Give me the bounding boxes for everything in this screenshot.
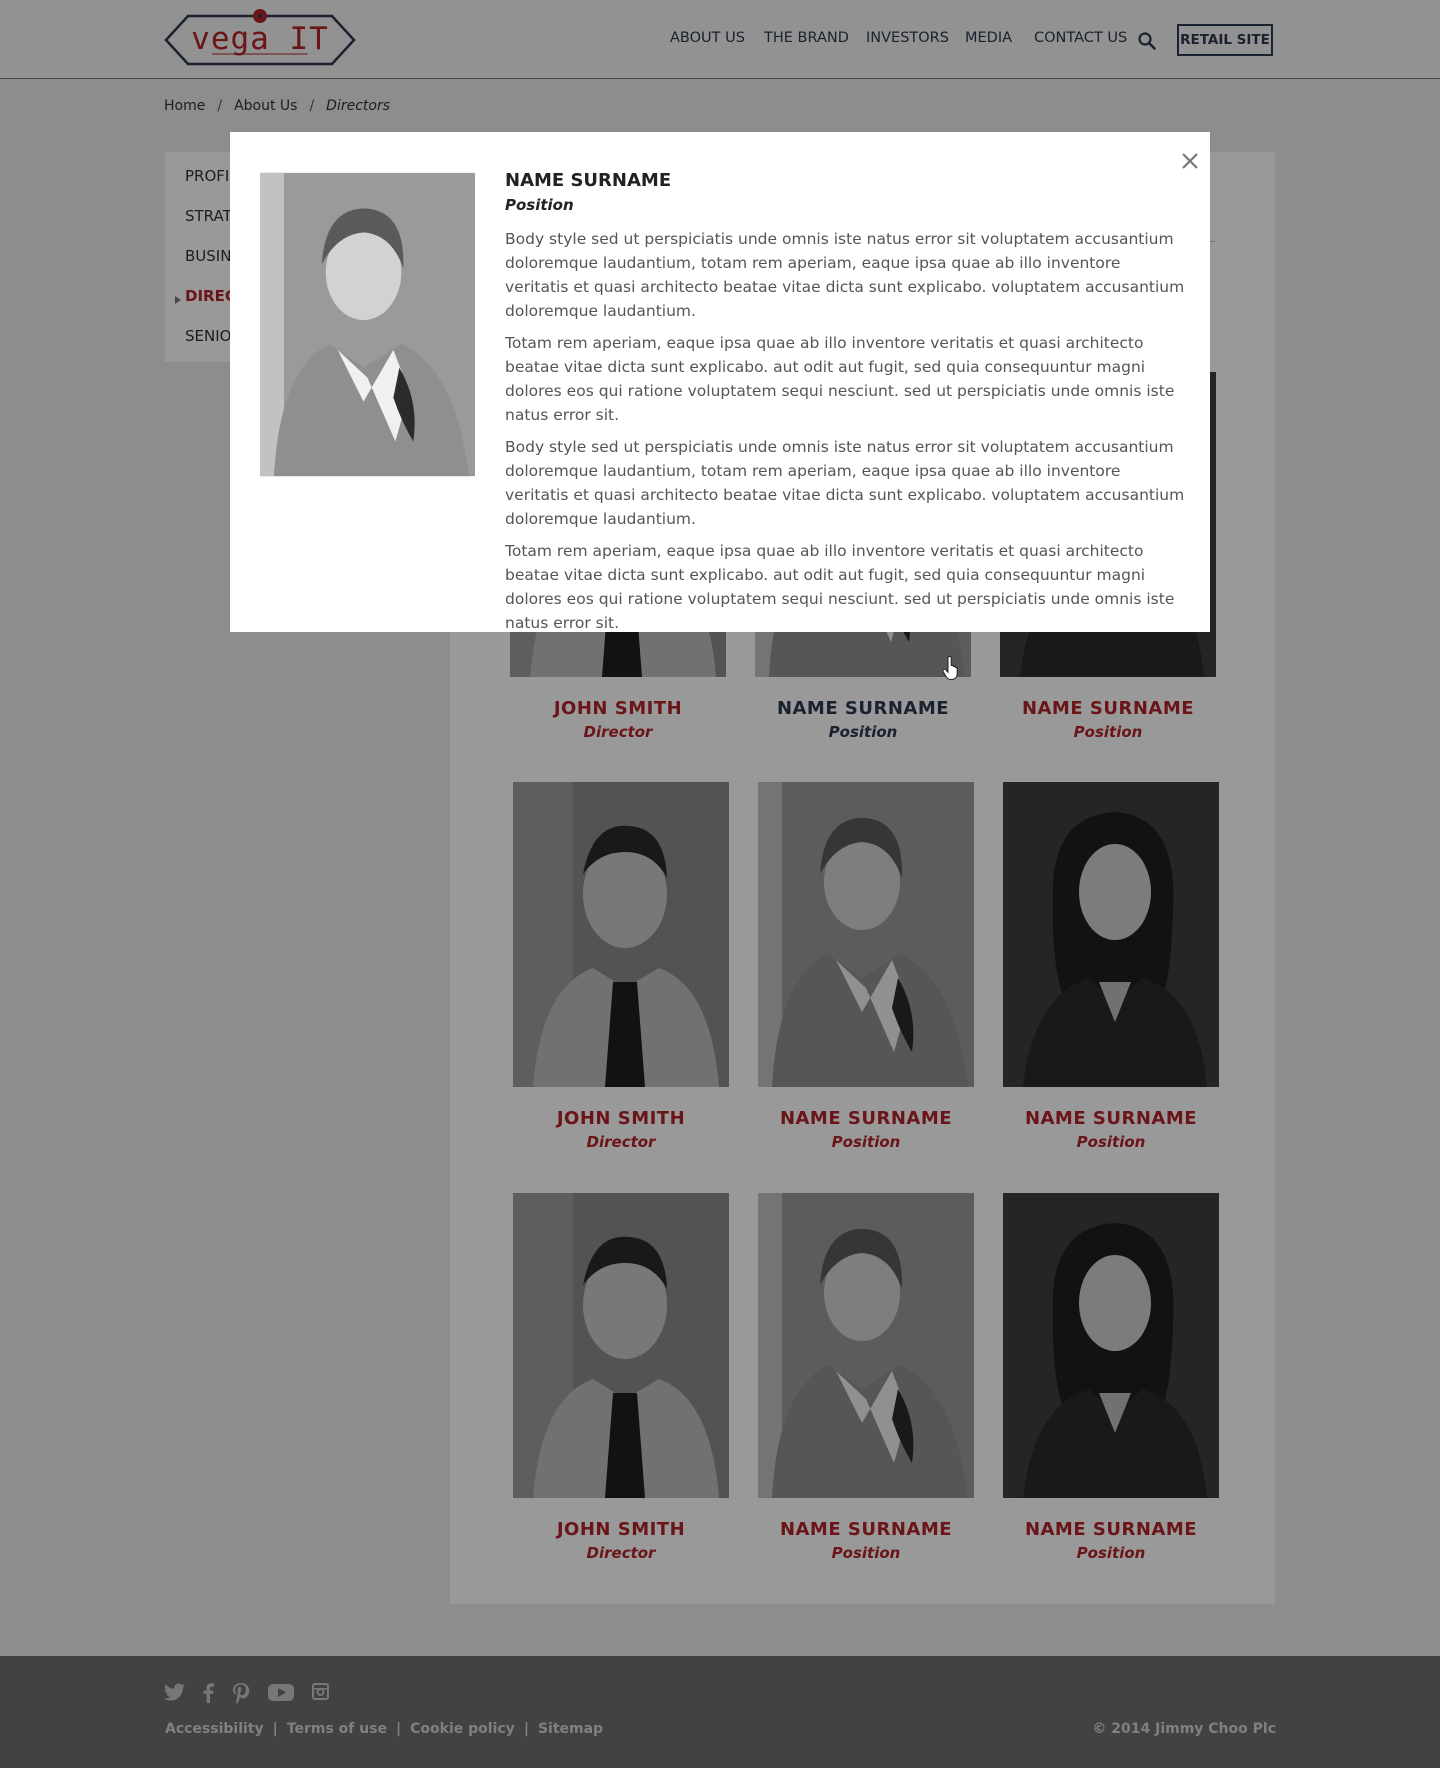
bio-paragraph: Totam rem aperiam, eaque ipsa quae ab il… [505,334,1175,424]
close-icon[interactable] [1181,152,1199,170]
modal-director-name: NAME SURNAME [505,170,672,191]
hand-cursor-icon [942,656,958,680]
bio-paragraph: Body style sed ut perspiciatis unde omni… [505,438,1185,528]
bio-paragraph: Totam rem aperiam, eaque ipsa quae ab il… [505,542,1175,632]
bio-paragraph: Body style sed ut perspiciatis unde omni… [505,230,1185,320]
modal-bio: Body style sed ut perspiciatis unde omni… [505,227,1185,643]
director-modal: NAME SURNAME Position Body style sed ut … [230,132,1210,632]
modal-director-position: Position [505,196,574,214]
modal-photo [260,172,475,477]
